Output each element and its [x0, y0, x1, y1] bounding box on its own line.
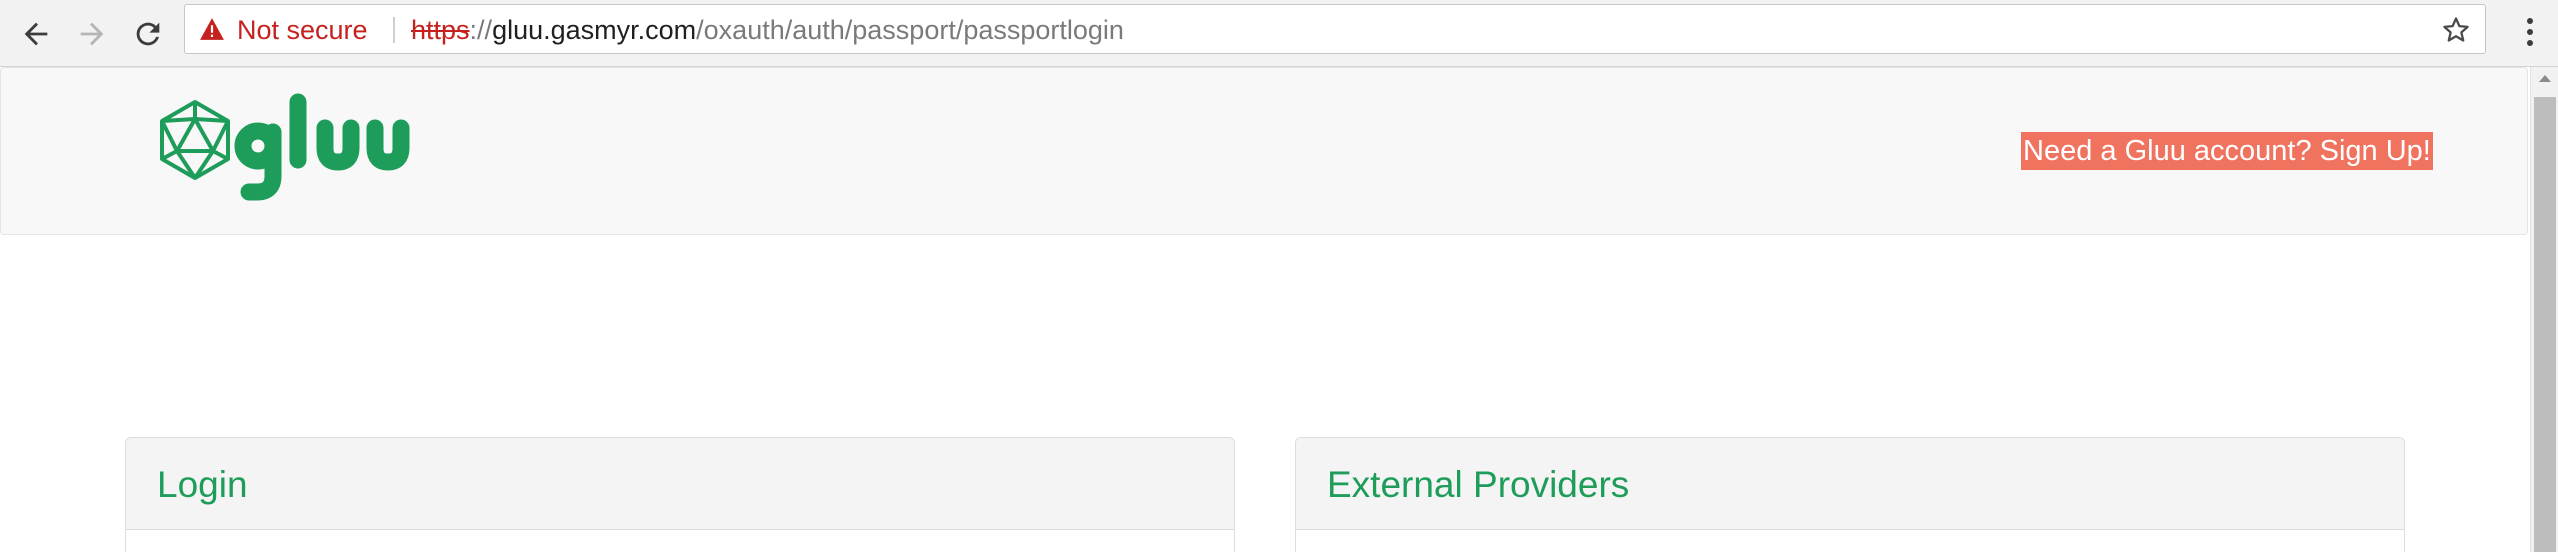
login-panel: Login	[125, 437, 1235, 552]
warning-triangle-icon[interactable]	[199, 17, 225, 41]
vertical-scrollbar[interactable]	[2530, 67, 2558, 552]
external-providers-panel-heading: External Providers	[1296, 438, 2404, 530]
scroll-up-arrow-icon[interactable]	[2539, 75, 2551, 82]
reload-icon	[136, 22, 160, 46]
scroll-thumb[interactable]	[2534, 97, 2556, 552]
back-button[interactable]	[14, 12, 58, 56]
external-providers-panel-title: External Providers	[1327, 464, 1630, 505]
signup-link[interactable]: Need a Gluu account? Sign Up!	[2021, 132, 2433, 170]
url-host: gluu.gasmyr.com	[492, 15, 697, 45]
url-separator: ://	[469, 15, 493, 45]
kebab-menu-icon	[2527, 18, 2533, 24]
security-status-label[interactable]: Not secure	[237, 15, 368, 45]
browser-toolbar: Not secure https://gluu.gasmyr.com/oxaut…	[0, 0, 2558, 67]
url-path: /oxauth/auth/passport/passportlogin	[696, 15, 1124, 45]
browser-menu-button[interactable]	[2510, 10, 2550, 54]
back-arrow-icon	[24, 22, 48, 46]
reload-button[interactable]	[126, 12, 170, 56]
site-header: Need a Gluu account? Sign Up!	[0, 67, 2528, 235]
forward-button[interactable]	[70, 12, 114, 56]
page-viewport: Need a Gluu account? Sign Up! Login Exte…	[0, 67, 2530, 552]
external-providers-panel: External Providers	[1295, 437, 2405, 552]
url-text[interactable]: https://gluu.gasmyr.com/oxauth/auth/pass…	[411, 15, 1124, 45]
login-panel-title: Login	[157, 464, 248, 505]
gluu-logo[interactable]	[153, 88, 443, 208]
gluu-logo-icon	[160, 93, 410, 201]
forward-arrow-icon	[80, 22, 104, 46]
address-divider	[393, 17, 395, 43]
url-scheme: https	[411, 15, 470, 45]
bookmark-star-icon[interactable]	[2441, 15, 2471, 45]
address-bar[interactable]: Not secure https://gluu.gasmyr.com/oxaut…	[184, 4, 2486, 54]
login-panel-heading: Login	[126, 438, 1234, 530]
